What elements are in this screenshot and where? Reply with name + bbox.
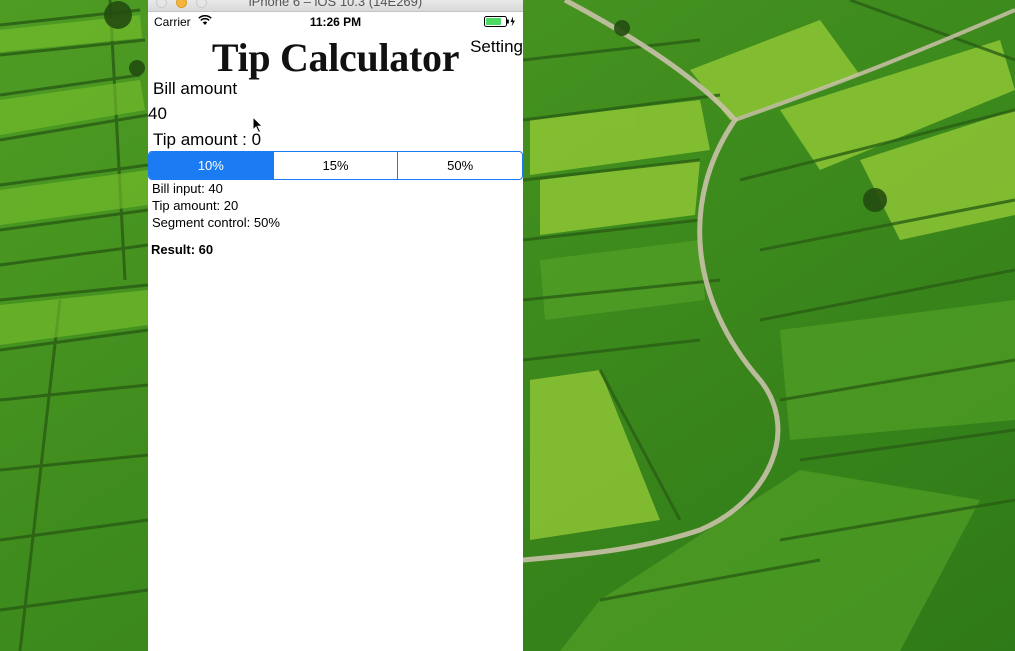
simulator-window-title: iPhone 6 – iOS 10.3 (14E269) (248, 0, 423, 9)
tip-amount-label: Tip amount : 0 (153, 130, 262, 149)
ios-status-bar: Carrier 11:26 PM (148, 12, 523, 32)
segment-50-percent[interactable]: 50% (397, 152, 522, 179)
segment-control-debug-text: Segment control: 50% (152, 215, 280, 230)
mouse-pointer-icon (252, 116, 264, 134)
tip-percentage-segmented-control[interactable]: 10% 15% 50% (148, 151, 523, 180)
bill-amount-input[interactable] (148, 103, 518, 125)
simulator-titlebar: iPhone 6 – iOS 10.3 (14E269) (148, 0, 523, 12)
bill-input-debug-text: Bill input: 40 (152, 181, 223, 196)
tip-amount-debug-text: Tip amount: 20 (152, 198, 239, 213)
status-clock: 11:26 PM (309, 15, 362, 29)
segment-10-percent[interactable]: 10% (149, 152, 273, 179)
app-title: Tip Calculator (211, 35, 460, 80)
simulator-window: iPhone 6 – iOS 10.3 (14E269) Carrier 11:… (148, 0, 523, 651)
settings-button[interactable]: Setting (470, 37, 523, 57)
battery-charging-icon (484, 16, 515, 27)
result-text: Result: 60 (151, 242, 214, 257)
bill-amount-label: Bill amount (153, 79, 238, 98)
segment-15-percent[interactable]: 15% (272, 152, 398, 179)
